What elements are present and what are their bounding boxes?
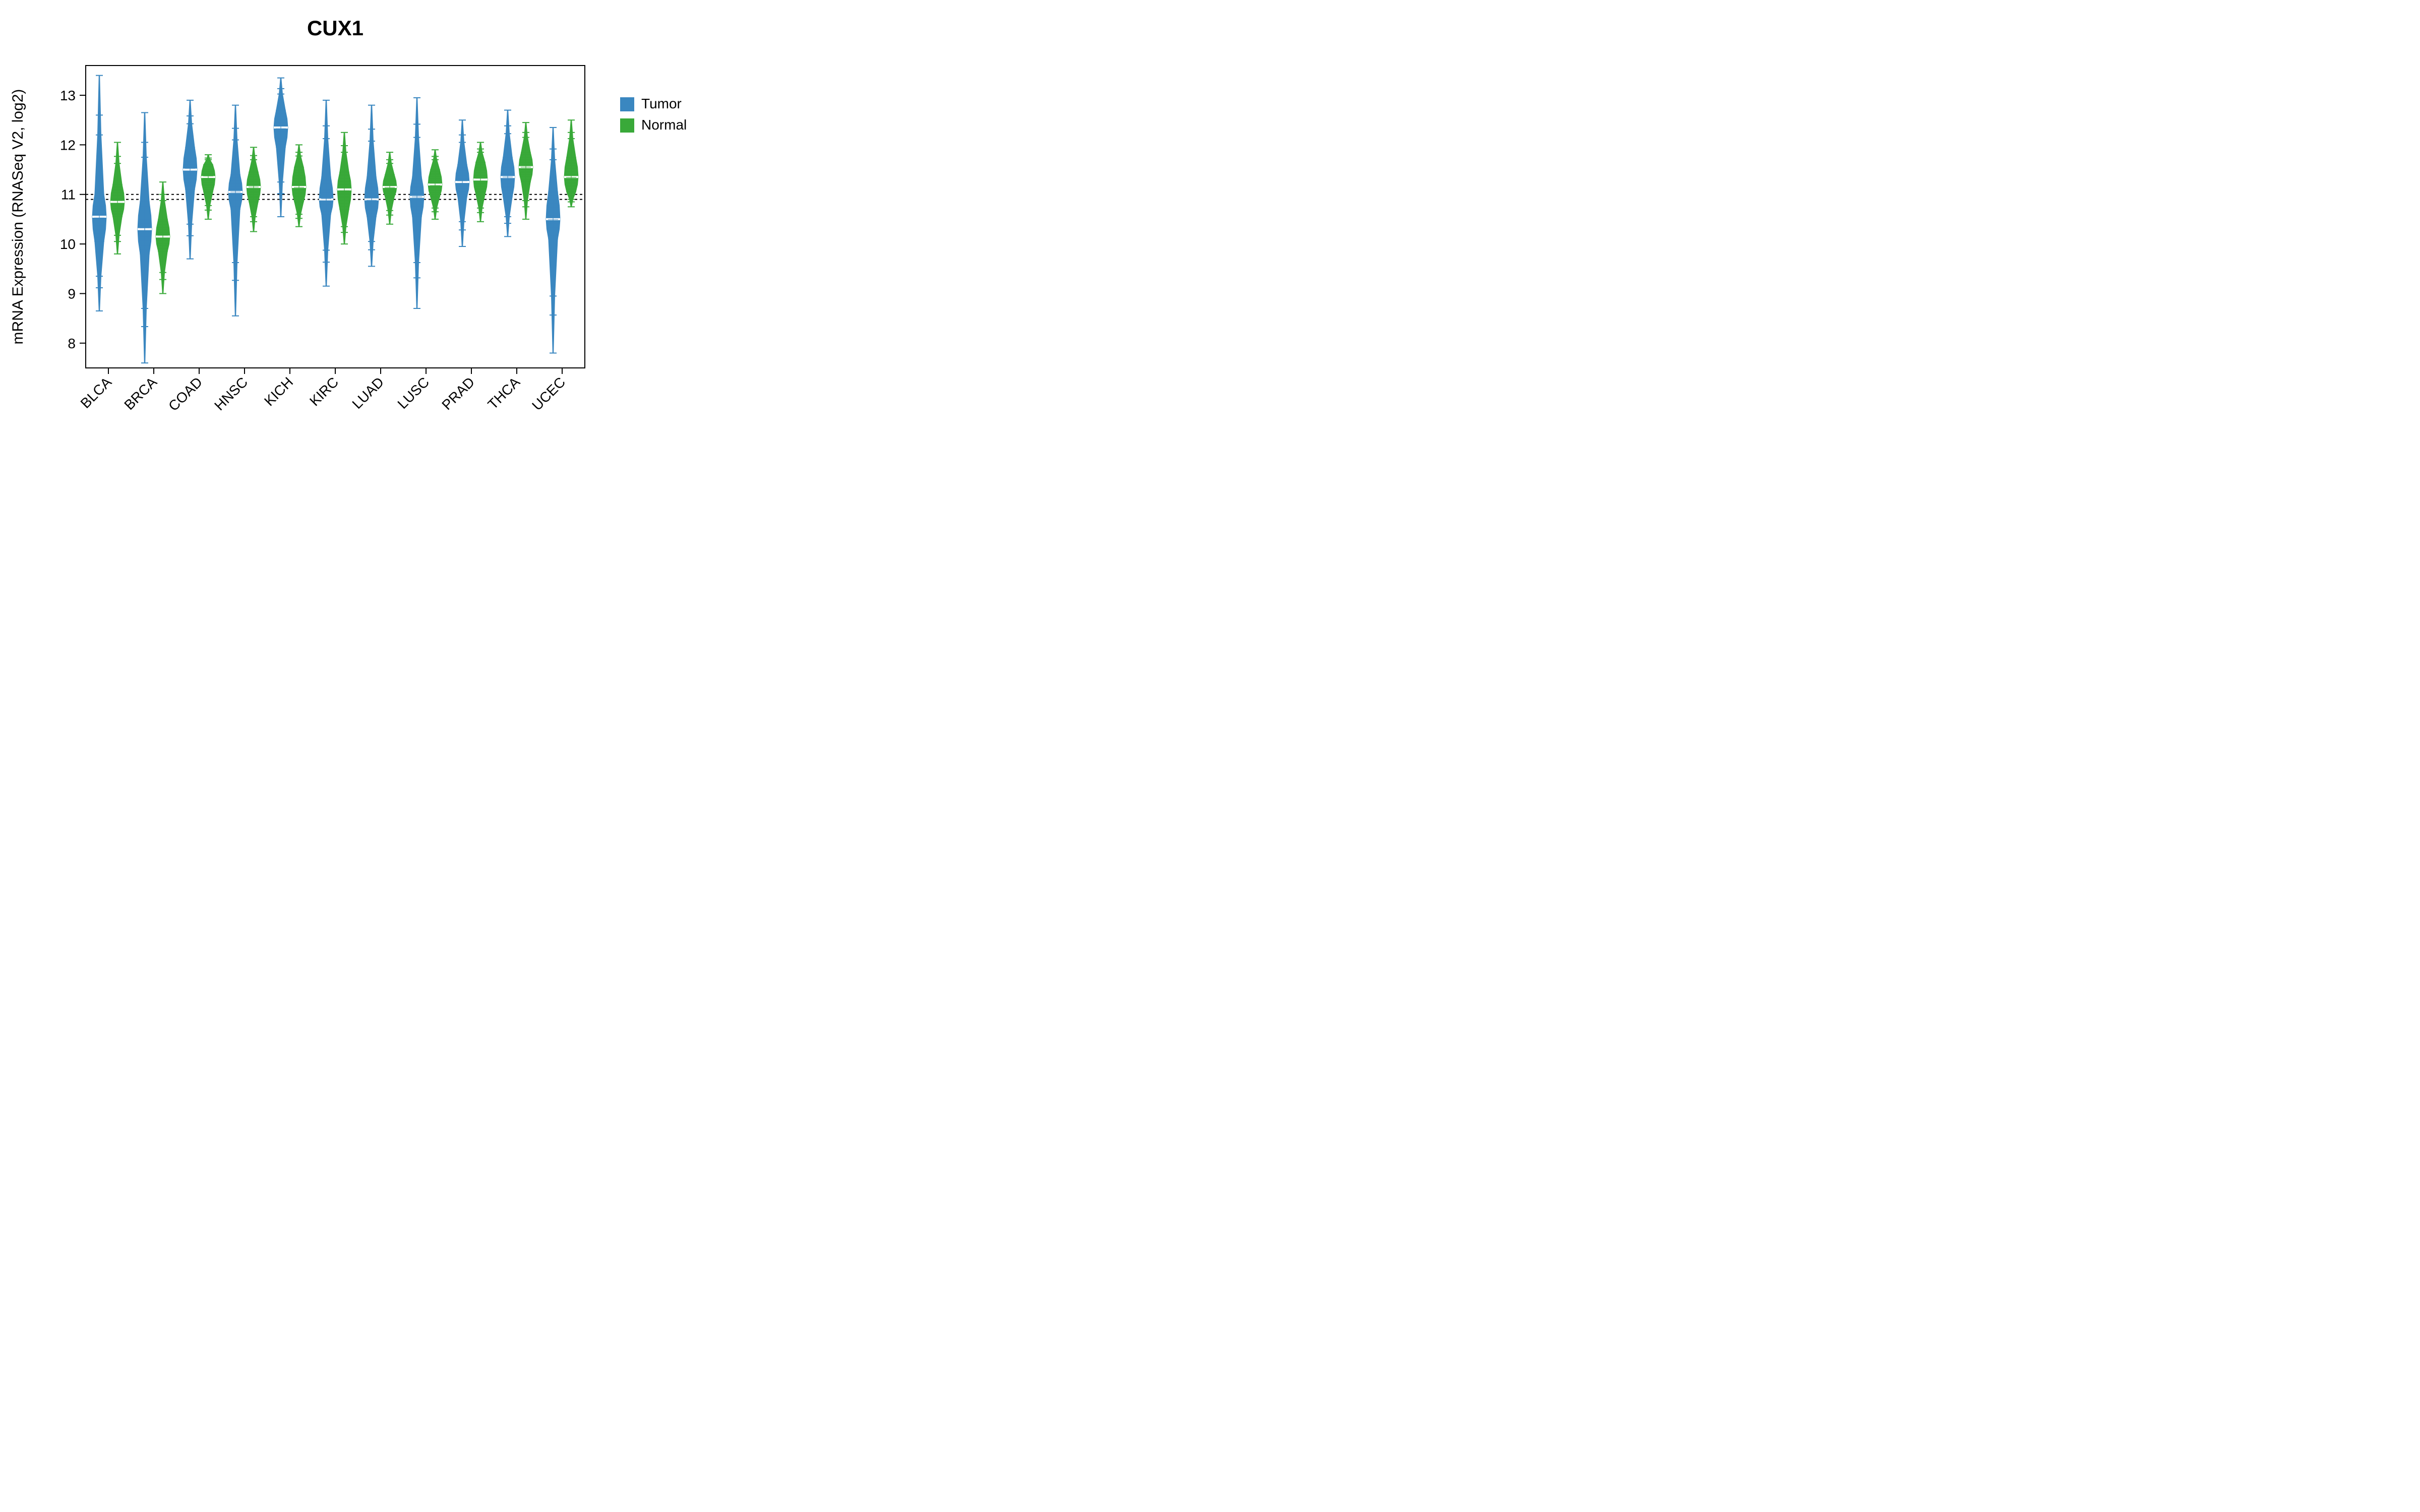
- beanplot-chart: CUX1 8910111213BLCABRCACOADHNSCKICHKIRCL…: [0, 0, 746, 466]
- x-tick-label: KICH: [261, 374, 296, 409]
- x-tick-label: KIRC: [307, 374, 341, 409]
- y-tick-label: 13: [60, 88, 76, 103]
- x-tick-label: LUSC: [394, 374, 432, 412]
- x-tick-label: PRAD: [439, 374, 477, 413]
- y-tick-label: 8: [68, 336, 76, 351]
- x-tick-label: UCEC: [529, 374, 568, 413]
- chart-title: CUX1: [307, 16, 364, 40]
- legend-label: Normal: [641, 117, 687, 133]
- legend-swatch: [620, 118, 634, 133]
- legend-swatch: [620, 97, 634, 111]
- y-tick-label: 10: [60, 236, 76, 252]
- y-tick-label: 11: [61, 187, 76, 203]
- y-tick-label: 12: [60, 137, 76, 153]
- legend-label: Tumor: [641, 96, 682, 111]
- x-tick-label: THCA: [485, 374, 523, 412]
- plot-area: 8 9 10 11 12 13 BLCABRCACOADHNSC KICH KIRCLUADLU…: [60, 66, 585, 414]
- x-tick-label: BLCA: [78, 374, 115, 411]
- x-tick-label: BRCA: [121, 374, 160, 413]
- y-axis-label: mRNA Expression (RNASeq V2, log2): [10, 89, 26, 345]
- legend: Tumor Normal: [620, 96, 687, 133]
- x-tick-label: COAD: [165, 374, 205, 414]
- x-tick-label: HNSC: [211, 374, 251, 413]
- x-tick-label: LUAD: [349, 374, 387, 412]
- y-tick-label: 9: [68, 286, 76, 301]
